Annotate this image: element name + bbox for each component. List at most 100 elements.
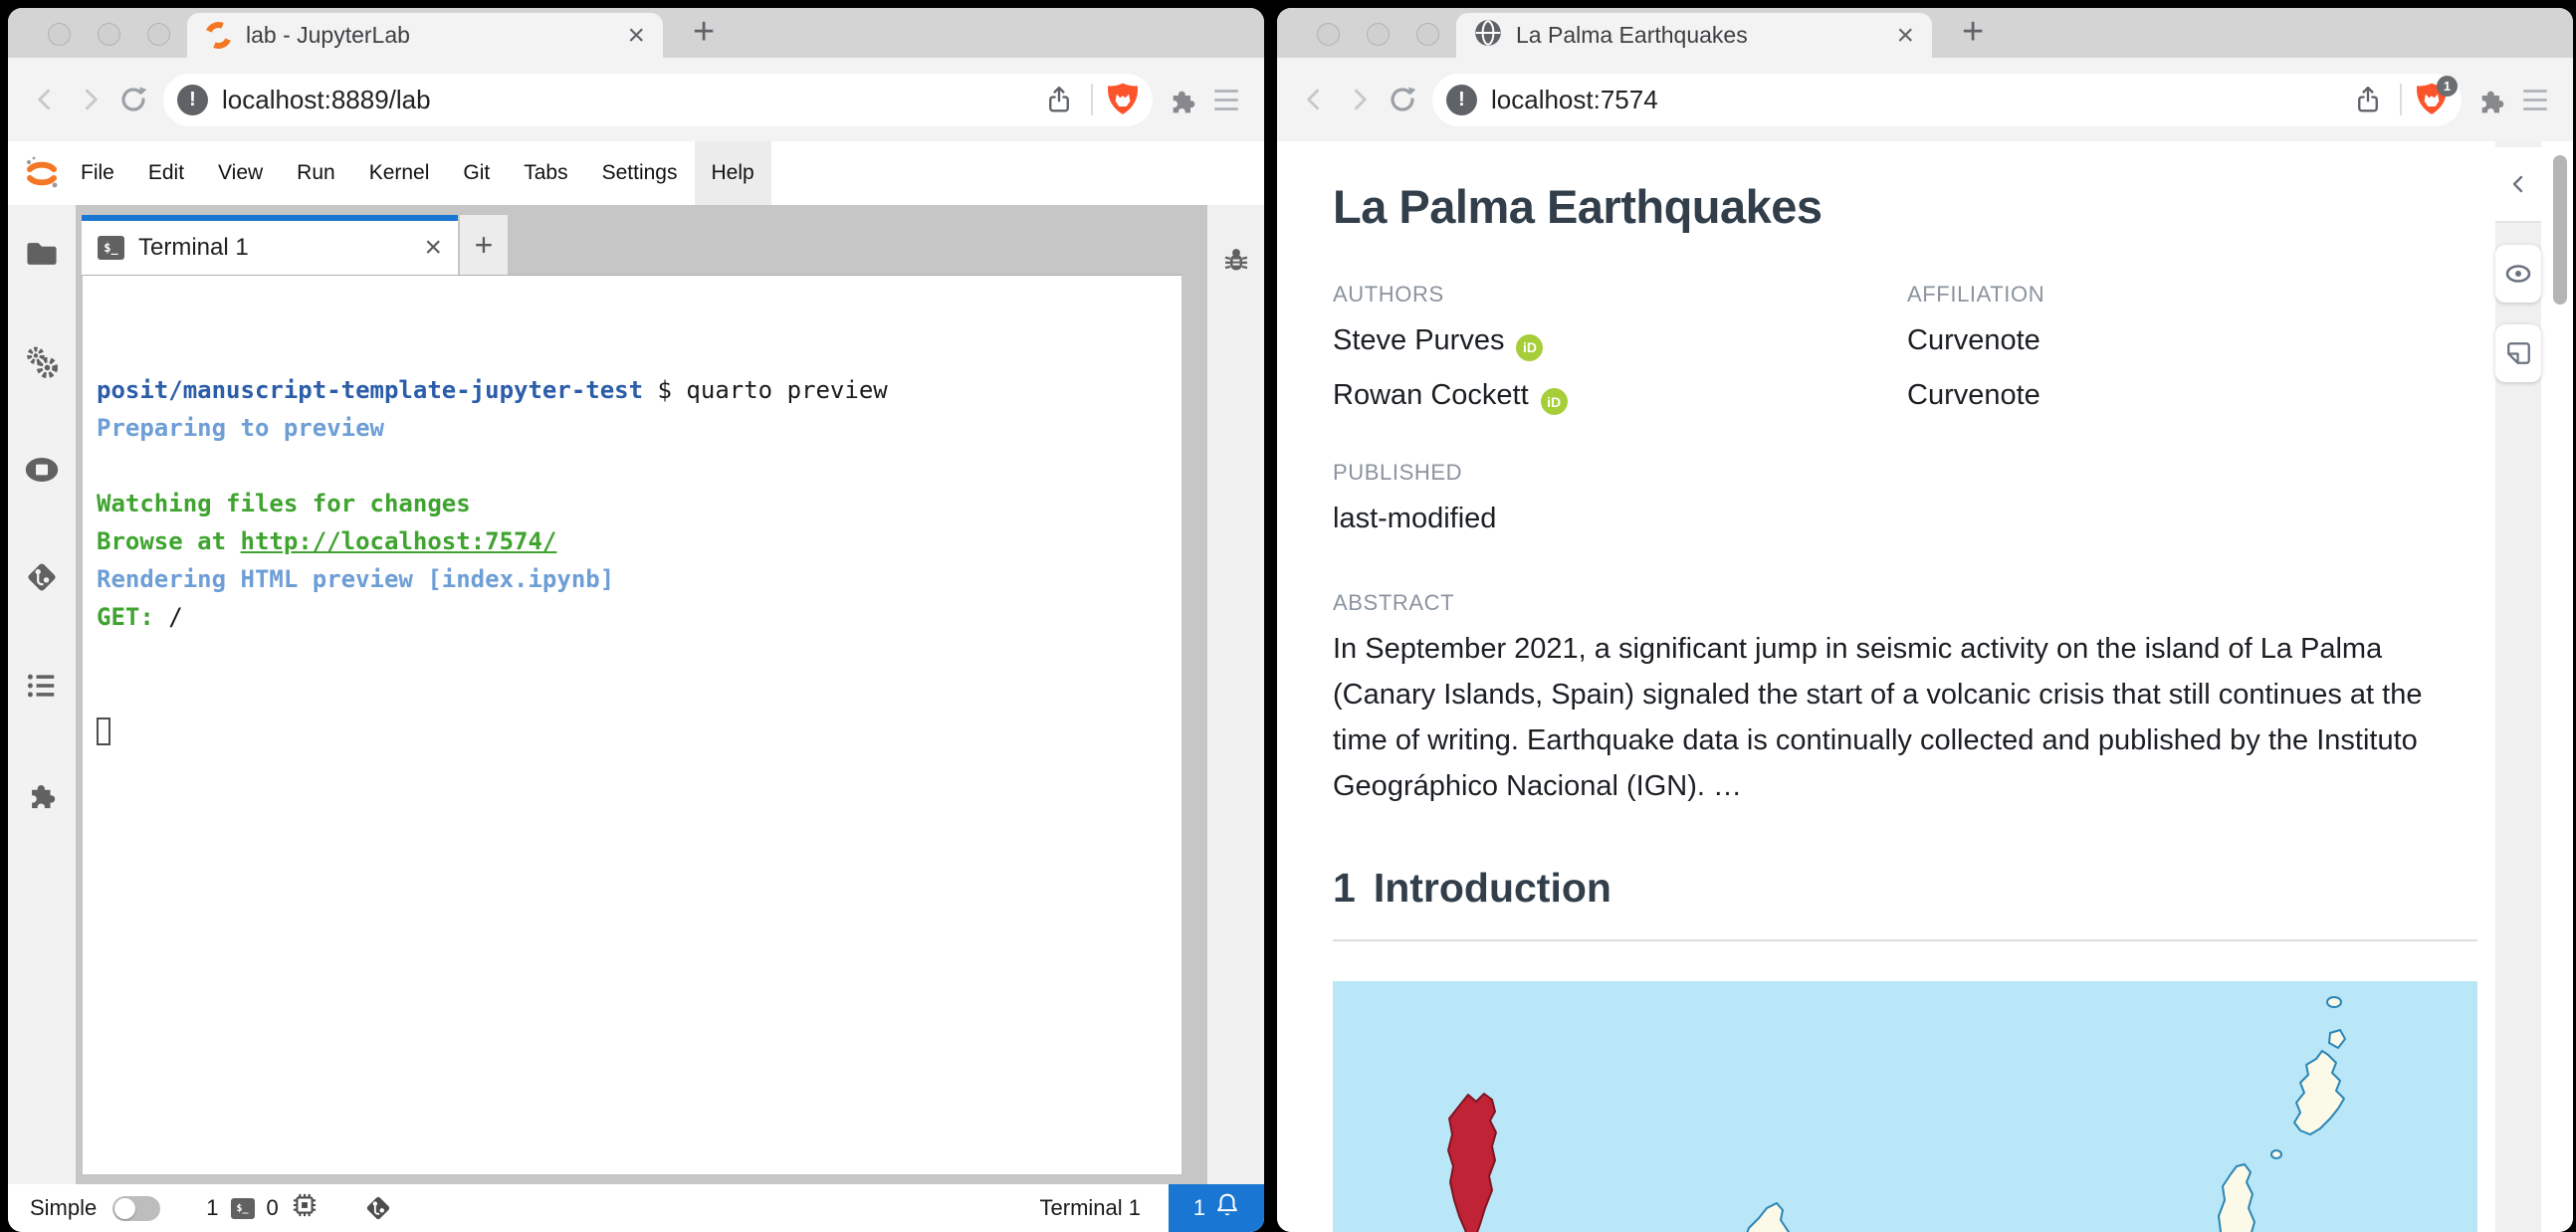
menu-item-edit[interactable]: Edit bbox=[131, 141, 201, 205]
author-affiliation: Curvenote bbox=[1907, 324, 2040, 356]
menu-item-tabs[interactable]: Tabs bbox=[507, 141, 584, 205]
terminal-output: posit/manuscript-template-jupyter-test $… bbox=[97, 371, 1181, 636]
active-widget-label[interactable]: Terminal 1 bbox=[1040, 1195, 1141, 1221]
notifications-status[interactable]: 1 bbox=[1169, 1184, 1264, 1232]
running-kernels-icon[interactable] bbox=[24, 456, 60, 489]
terminal-text: Watching files for changes bbox=[97, 490, 471, 517]
running-sessions-status[interactable]: 1 $_ 0 bbox=[206, 1191, 319, 1225]
new-tab-button[interactable]: + bbox=[1962, 11, 1984, 54]
map-islet bbox=[2270, 1149, 2282, 1159]
window-controls bbox=[48, 23, 170, 46]
section-rule bbox=[1333, 939, 2477, 941]
published-value: last-modified bbox=[1333, 503, 1497, 534]
terminal-line: Preparing to preview bbox=[97, 409, 1181, 447]
abstract-label: ABSTRACT bbox=[1333, 590, 1455, 615]
address-bar[interactable]: ! localhost:7574 1 bbox=[1432, 73, 2462, 126]
terminal-line: GET: / bbox=[97, 598, 1181, 636]
address-bar[interactable]: ! localhost:8889/lab bbox=[163, 73, 1153, 126]
author-name: Rowan Cockett iD bbox=[1333, 370, 1907, 425]
toolbar-separator bbox=[2400, 84, 2402, 115]
terminal-count: 1 bbox=[206, 1195, 219, 1220]
brave-shields-icon[interactable]: 1 bbox=[2412, 76, 2458, 121]
published-label: PUBLISHED bbox=[1333, 460, 1463, 485]
close-tab-icon[interactable]: × bbox=[627, 20, 645, 51]
section-number: 1 bbox=[1333, 865, 1356, 911]
preview-side-rail bbox=[2495, 141, 2541, 1232]
git-status-icon[interactable] bbox=[364, 1194, 392, 1222]
git-icon[interactable] bbox=[25, 560, 59, 599]
minimize-window-button[interactable] bbox=[98, 23, 120, 46]
menu-item-run[interactable]: Run bbox=[280, 141, 352, 205]
close-window-button[interactable] bbox=[48, 23, 71, 46]
menu-hamburger-icon[interactable] bbox=[1204, 78, 1248, 121]
extensions-puzzle-icon[interactable] bbox=[2469, 78, 2513, 121]
close-tab-icon[interactable]: × bbox=[1896, 20, 1914, 51]
notes-button[interactable] bbox=[2495, 324, 2541, 382]
browser-tab-jupyterlab[interactable]: lab - JupyterLab × bbox=[187, 13, 663, 58]
terminal-link[interactable]: http://localhost:7574/ bbox=[241, 527, 557, 555]
close-terminal-tab-icon[interactable]: × bbox=[424, 233, 442, 263]
zoom-window-button[interactable] bbox=[1416, 23, 1439, 46]
url-text[interactable]: localhost:7574 bbox=[1491, 85, 2346, 115]
left-toolbar: ! localhost:8889/lab bbox=[8, 58, 1264, 141]
terminal-line: Rendering HTML preview [index.ipynb] bbox=[97, 560, 1181, 598]
debugger-bug-icon[interactable] bbox=[1222, 245, 1250, 280]
orcid-icon[interactable]: iD bbox=[1540, 388, 1568, 415]
share-icon[interactable] bbox=[1037, 78, 1081, 121]
site-info-icon[interactable]: ! bbox=[1446, 84, 1477, 115]
tab-title: La Palma Earthquakes bbox=[1516, 22, 1748, 48]
forward-icon[interactable] bbox=[1337, 78, 1381, 121]
abstract-text: In September 2021, a significant jump in… bbox=[1333, 633, 2423, 802]
menu-item-file[interactable]: File bbox=[64, 141, 131, 205]
terminal-text: Browse at bbox=[97, 527, 241, 555]
extensions-puzzle-icon[interactable] bbox=[1161, 78, 1204, 121]
menu-item-settings[interactable]: Settings bbox=[585, 141, 695, 205]
visibility-eye-button[interactable] bbox=[2495, 245, 2541, 303]
terminal-text: posit/manuscript-template-jupyter-test bbox=[97, 376, 644, 404]
menu-item-help[interactable]: Help bbox=[694, 141, 771, 205]
brave-shields-icon[interactable] bbox=[1103, 78, 1143, 121]
share-icon[interactable] bbox=[2346, 78, 2390, 121]
menu-item-view[interactable]: View bbox=[201, 141, 280, 205]
back-icon[interactable] bbox=[24, 78, 68, 121]
terminal-line: Browse at http://localhost:7574/ bbox=[97, 522, 1181, 560]
right-toolbar: ! localhost:7574 1 bbox=[1277, 58, 2573, 141]
terminal-line: Watching files for changes bbox=[97, 485, 1181, 522]
forward-icon[interactable] bbox=[68, 78, 111, 121]
close-window-button[interactable] bbox=[1317, 23, 1340, 46]
preview-browser-window: La Palma Earthquakes × + ! localhost:757… bbox=[1277, 8, 2573, 1232]
tab-title: lab - JupyterLab bbox=[246, 22, 410, 48]
orcid-icon[interactable]: iD bbox=[1516, 333, 1544, 361]
url-text[interactable]: localhost:8889/lab bbox=[222, 85, 1037, 115]
minimize-window-button[interactable] bbox=[1367, 23, 1390, 46]
table-of-contents-icon[interactable] bbox=[25, 671, 59, 706]
terminal-panel[interactable]: posit/manuscript-template-jupyter-test $… bbox=[83, 275, 1181, 1174]
file-browser-icon[interactable] bbox=[25, 239, 59, 274]
new-tab-button[interactable]: + bbox=[693, 11, 715, 54]
terminal-tab[interactable]: $_ Terminal 1 × bbox=[82, 215, 458, 275]
reload-icon[interactable] bbox=[1381, 78, 1424, 121]
section-heading: 1 Introduction bbox=[1333, 865, 2477, 912]
jupyter-favicon-icon bbox=[200, 17, 237, 54]
extension-manager-icon[interactable] bbox=[25, 777, 59, 816]
zoom-window-button[interactable] bbox=[147, 23, 170, 46]
page-scrollbar[interactable] bbox=[2553, 155, 2567, 305]
add-tab-button[interactable]: + bbox=[460, 215, 508, 275]
collapse-panel-button[interactable] bbox=[2495, 147, 2541, 223]
property-inspector-gears-icon[interactable] bbox=[25, 345, 59, 384]
terminal-text: Rendering HTML preview [index.ipynb] bbox=[97, 565, 615, 593]
menu-item-kernel[interactable]: Kernel bbox=[352, 141, 447, 205]
reload-icon[interactable] bbox=[111, 78, 155, 121]
menu-hamburger-icon[interactable] bbox=[2513, 78, 2557, 121]
affiliation-label: AFFILIATION bbox=[1907, 282, 2045, 307]
back-icon[interactable] bbox=[1293, 78, 1337, 121]
menu-item-git[interactable]: Git bbox=[446, 141, 507, 205]
notification-count: 1 bbox=[1192, 1195, 1206, 1220]
site-info-icon[interactable]: ! bbox=[177, 84, 208, 115]
authors-grid: AUTHORS AFFILIATION Steve Purves iD Curven… bbox=[1333, 282, 2477, 424]
simple-mode-toggle[interactable] bbox=[112, 1195, 161, 1221]
browser-tab-la-palma[interactable]: La Palma Earthquakes × bbox=[1456, 13, 1932, 58]
jupyterlab-main: $_ Terminal 1 × + posit/manuscript-templ… bbox=[8, 205, 1264, 1184]
toolbar-separator bbox=[1091, 84, 1093, 115]
